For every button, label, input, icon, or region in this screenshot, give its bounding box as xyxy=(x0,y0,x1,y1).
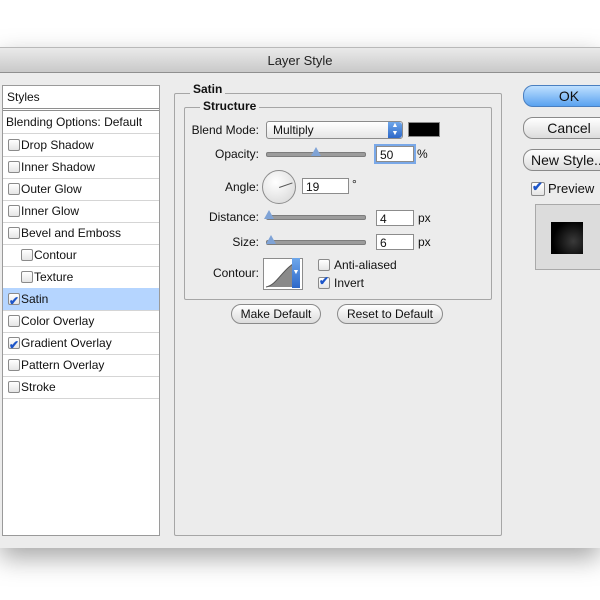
contour-checkbox[interactable] xyxy=(21,249,33,261)
title-bar[interactable]: Layer Style xyxy=(0,48,600,73)
cancel-button[interactable]: Cancel xyxy=(523,117,600,139)
size-slider-track[interactable] xyxy=(266,240,366,245)
satin-section-title: Satin xyxy=(190,82,226,96)
style-item-blending-options[interactable]: Blending Options: Default xyxy=(3,111,159,134)
style-item-contour[interactable]: Contour xyxy=(3,244,159,267)
angle-unit: ° xyxy=(352,177,357,191)
stroke-checkbox[interactable] xyxy=(8,381,20,393)
style-item-texture[interactable]: Texture xyxy=(3,266,159,289)
ok-button[interactable]: OK xyxy=(523,85,600,107)
style-preview xyxy=(535,204,600,270)
new-style-button[interactable]: New Style... xyxy=(523,149,600,171)
style-item-label: Satin xyxy=(21,292,49,306)
invert-label: Invert xyxy=(334,276,365,290)
style-item-color-overlay[interactable]: Color Overlay xyxy=(3,310,159,333)
bevel-emboss-checkbox[interactable] xyxy=(8,227,20,239)
select-arrows-icon: ▲ ▼ xyxy=(388,122,402,138)
style-item-label: Pattern Overlay xyxy=(21,358,105,372)
distance-label: Distance: xyxy=(208,210,259,224)
opacity-field[interactable]: 50 xyxy=(376,146,414,162)
texture-checkbox[interactable] xyxy=(21,271,33,283)
style-item-label: Texture xyxy=(34,270,74,284)
style-item-pattern-overlay[interactable]: Pattern Overlay xyxy=(3,354,159,377)
style-item-label: Inner Shadow xyxy=(21,160,96,174)
style-item-inner-shadow[interactable]: Inner Shadow xyxy=(3,156,159,179)
inner-glow-checkbox[interactable] xyxy=(8,205,20,217)
styles-header: Styles xyxy=(3,86,159,111)
drop-shadow-checkbox[interactable] xyxy=(8,139,20,151)
distance-slider-track[interactable] xyxy=(266,215,366,220)
distance-unit: px xyxy=(418,211,431,225)
outer-glow-checkbox[interactable] xyxy=(8,183,20,195)
style-item-outer-glow[interactable]: Outer Glow xyxy=(3,178,159,201)
preview-label: Preview xyxy=(548,181,595,196)
pattern-overlay-checkbox[interactable] xyxy=(8,359,20,371)
distance-field[interactable]: 4 xyxy=(376,210,414,226)
styles-list: Styles Blending Options: Default Drop Sh… xyxy=(2,85,160,536)
style-item-label: Contour xyxy=(34,248,77,262)
opacity-slider-thumb[interactable] xyxy=(311,147,321,156)
size-field[interactable]: 6 xyxy=(376,234,414,250)
anti-aliased-checkbox[interactable] xyxy=(318,259,330,271)
checkmark-icon: ✔ xyxy=(532,179,543,194)
invert-checkbox[interactable]: ✔ xyxy=(318,274,330,289)
style-item-stroke[interactable]: Stroke xyxy=(3,376,159,399)
style-item-label: Inner Glow xyxy=(21,204,80,218)
checkmark-icon: ✔ xyxy=(9,338,20,352)
dialog-title: Layer Style xyxy=(267,53,333,68)
make-default-button[interactable]: Make Default xyxy=(231,304,321,324)
layer-style-dialog: Layer Style Styles Blending Options: Def… xyxy=(0,47,600,548)
style-item-label: Blending Options: Default xyxy=(6,115,143,129)
style-item-gradient-overlay[interactable]: ✔ Gradient Overlay xyxy=(3,332,159,355)
size-label: Size: xyxy=(232,235,259,249)
style-item-label: Color Overlay xyxy=(21,314,95,328)
distance-slider-thumb[interactable] xyxy=(264,210,274,219)
structure-title: Structure xyxy=(200,99,260,113)
preview-swatch xyxy=(551,222,583,254)
preview-checkbox[interactable]: ✔ xyxy=(531,179,545,196)
gradient-overlay-checkbox[interactable]: ✔ xyxy=(8,337,20,352)
style-item-satin[interactable]: ✔ Satin xyxy=(3,288,159,311)
blend-mode-select[interactable]: Multiply ▲ ▼ xyxy=(266,121,403,139)
blend-mode-label: Blend Mode: xyxy=(191,123,259,137)
style-item-label: Drop Shadow xyxy=(21,138,94,152)
style-item-bevel-emboss[interactable]: Bevel and Emboss xyxy=(3,222,159,245)
opacity-label: Opacity: xyxy=(214,147,259,161)
style-item-label: Gradient Overlay xyxy=(21,336,112,350)
reset-default-button[interactable]: Reset to Default xyxy=(337,304,443,324)
style-item-label: Stroke xyxy=(21,380,56,394)
size-unit: px xyxy=(418,235,431,249)
color-overlay-checkbox[interactable] xyxy=(8,315,20,327)
satin-checkbox[interactable]: ✔ xyxy=(8,293,20,308)
checkmark-icon: ✔ xyxy=(9,294,20,308)
contour-label: Contour: xyxy=(212,266,259,280)
satin-color-swatch[interactable] xyxy=(408,122,440,137)
contour-dropdown-icon[interactable]: ▼ xyxy=(292,258,300,288)
anti-aliased-label: Anti-aliased xyxy=(334,258,397,272)
blend-mode-value: Multiply xyxy=(273,123,314,137)
angle-label: Angle: xyxy=(224,180,259,194)
inner-shadow-checkbox[interactable] xyxy=(8,161,20,173)
angle-dial[interactable] xyxy=(262,170,296,204)
style-item-drop-shadow[interactable]: Drop Shadow xyxy=(3,134,159,157)
opacity-unit: % xyxy=(417,147,428,161)
style-item-label: Bevel and Emboss xyxy=(21,226,122,240)
angle-needle xyxy=(279,182,293,188)
style-item-label: Outer Glow xyxy=(21,182,82,196)
size-slider-thumb[interactable] xyxy=(266,235,276,244)
angle-field[interactable]: 19 xyxy=(302,178,349,194)
checkmark-icon: ✔ xyxy=(319,274,330,288)
style-item-inner-glow[interactable]: Inner Glow xyxy=(3,200,159,223)
